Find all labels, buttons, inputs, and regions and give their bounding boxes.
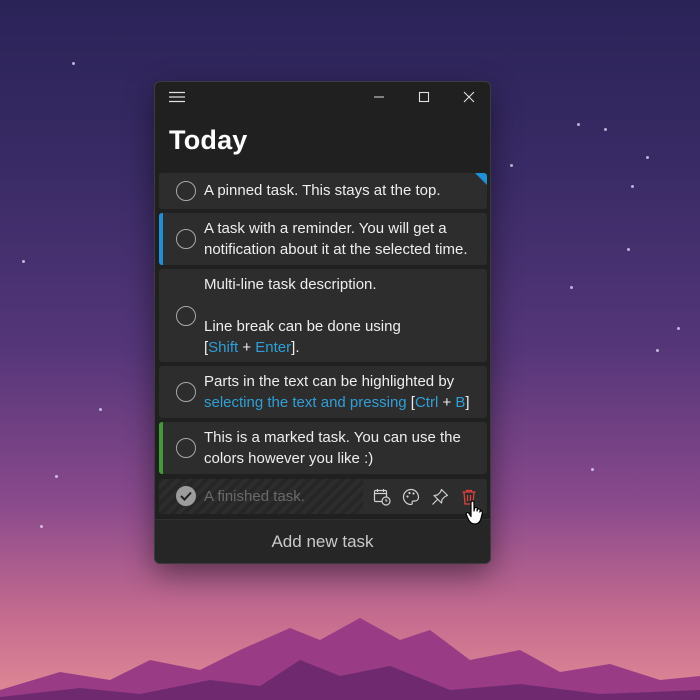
task-item-multiline[interactable]: Multi-line task description. Line break … <box>159 269 487 362</box>
text-run: Line break can be done using <box>204 318 401 335</box>
text-run: + <box>438 394 456 411</box>
page-title: Today <box>169 125 248 155</box>
highlighted-text: Enter <box>255 339 292 356</box>
title-bar[interactable] <box>155 82 490 112</box>
pinned-indicator-icon <box>475 173 487 185</box>
task-checkbox[interactable] <box>176 229 196 249</box>
calendar-clock-icon[interactable] <box>371 486 393 508</box>
text-run: A pinned task. This stays at the top. <box>204 182 441 199</box>
task-checkbox[interactable] <box>176 306 196 326</box>
add-new-task-button[interactable]: Add new task <box>155 519 490 563</box>
task-line: Multi-line task description. <box>204 274 479 295</box>
maximize-icon[interactable] <box>402 82 446 112</box>
highlighted-text: B <box>455 394 466 411</box>
text-run: Parts in the text can be highlighted by <box>204 373 455 390</box>
highlighted-text: selecting the text and pressing <box>204 394 407 411</box>
task-item-highlighted[interactable]: Parts in the text can be highlighted by … <box>159 366 487 418</box>
text-run: ]. <box>291 339 300 356</box>
task-text[interactable]: A pinned task. This stays at the top. <box>204 180 479 201</box>
task-text[interactable]: This is a marked task. You can use the c… <box>204 427 479 469</box>
close-icon[interactable] <box>447 82 490 112</box>
text-run: [ <box>406 394 415 411</box>
task-checkbox-checked[interactable] <box>176 486 196 506</box>
task-line: This is a marked task. You can use the <box>204 427 479 448</box>
task-line: Parts in the text can be highlighted by <box>204 371 479 392</box>
text-run: + <box>238 339 256 356</box>
text-run: This is a marked task. You can use the <box>204 429 461 446</box>
task-color-marker <box>159 422 163 474</box>
hand-cursor-icon <box>465 500 484 525</box>
palette-icon[interactable] <box>400 486 422 508</box>
text-run: colors however you like :) <box>204 450 374 467</box>
task-item-finished[interactable]: A finished task. <box>159 479 487 514</box>
task-item-reminder[interactable]: A task with a reminder. You will get a n… <box>159 213 487 265</box>
pin-icon[interactable] <box>429 486 451 508</box>
task-line: selecting the text and pressing [Ctrl + … <box>204 392 479 413</box>
task-line: colors however you like :) <box>204 448 479 469</box>
task-line: A pinned task. This stays at the top. <box>204 180 479 201</box>
task-checkbox[interactable] <box>176 181 196 201</box>
task-checkbox[interactable] <box>176 438 196 458</box>
text-run: Multi-line task description. <box>204 276 377 293</box>
text-run: A task with a reminder. You will get a <box>204 220 447 237</box>
task-item-marked[interactable]: This is a marked task. You can use the c… <box>159 422 487 474</box>
task-line <box>204 295 479 316</box>
task-text[interactable]: A task with a reminder. You will get a n… <box>204 218 479 260</box>
highlighted-text: Shift <box>208 339 239 356</box>
hamburger-icon[interactable] <box>155 82 199 112</box>
text-run: ] <box>465 394 470 411</box>
task-line: [Shift + Enter]. <box>204 337 479 358</box>
checkmark-icon <box>180 491 192 501</box>
task-text[interactable]: Multi-line task description. Line break … <box>204 274 479 358</box>
todo-app-window: Today A pinned task. This stays at the t… <box>154 81 491 564</box>
highlighted-text: Ctrl <box>414 394 439 411</box>
text-run: notification about it at the selected ti… <box>204 241 468 258</box>
task-item-pinned[interactable]: A pinned task. This stays at the top. <box>159 173 487 209</box>
task-line: A task with a reminder. You will get a <box>204 218 479 239</box>
task-text[interactable]: Parts in the text can be highlighted by … <box>204 371 479 413</box>
minimize-icon[interactable] <box>357 82 401 112</box>
task-line: Line break can be done using <box>204 316 479 337</box>
task-line: notification about it at the selected ti… <box>204 239 479 260</box>
task-color-marker <box>159 213 163 265</box>
task-checkbox[interactable] <box>176 382 196 402</box>
